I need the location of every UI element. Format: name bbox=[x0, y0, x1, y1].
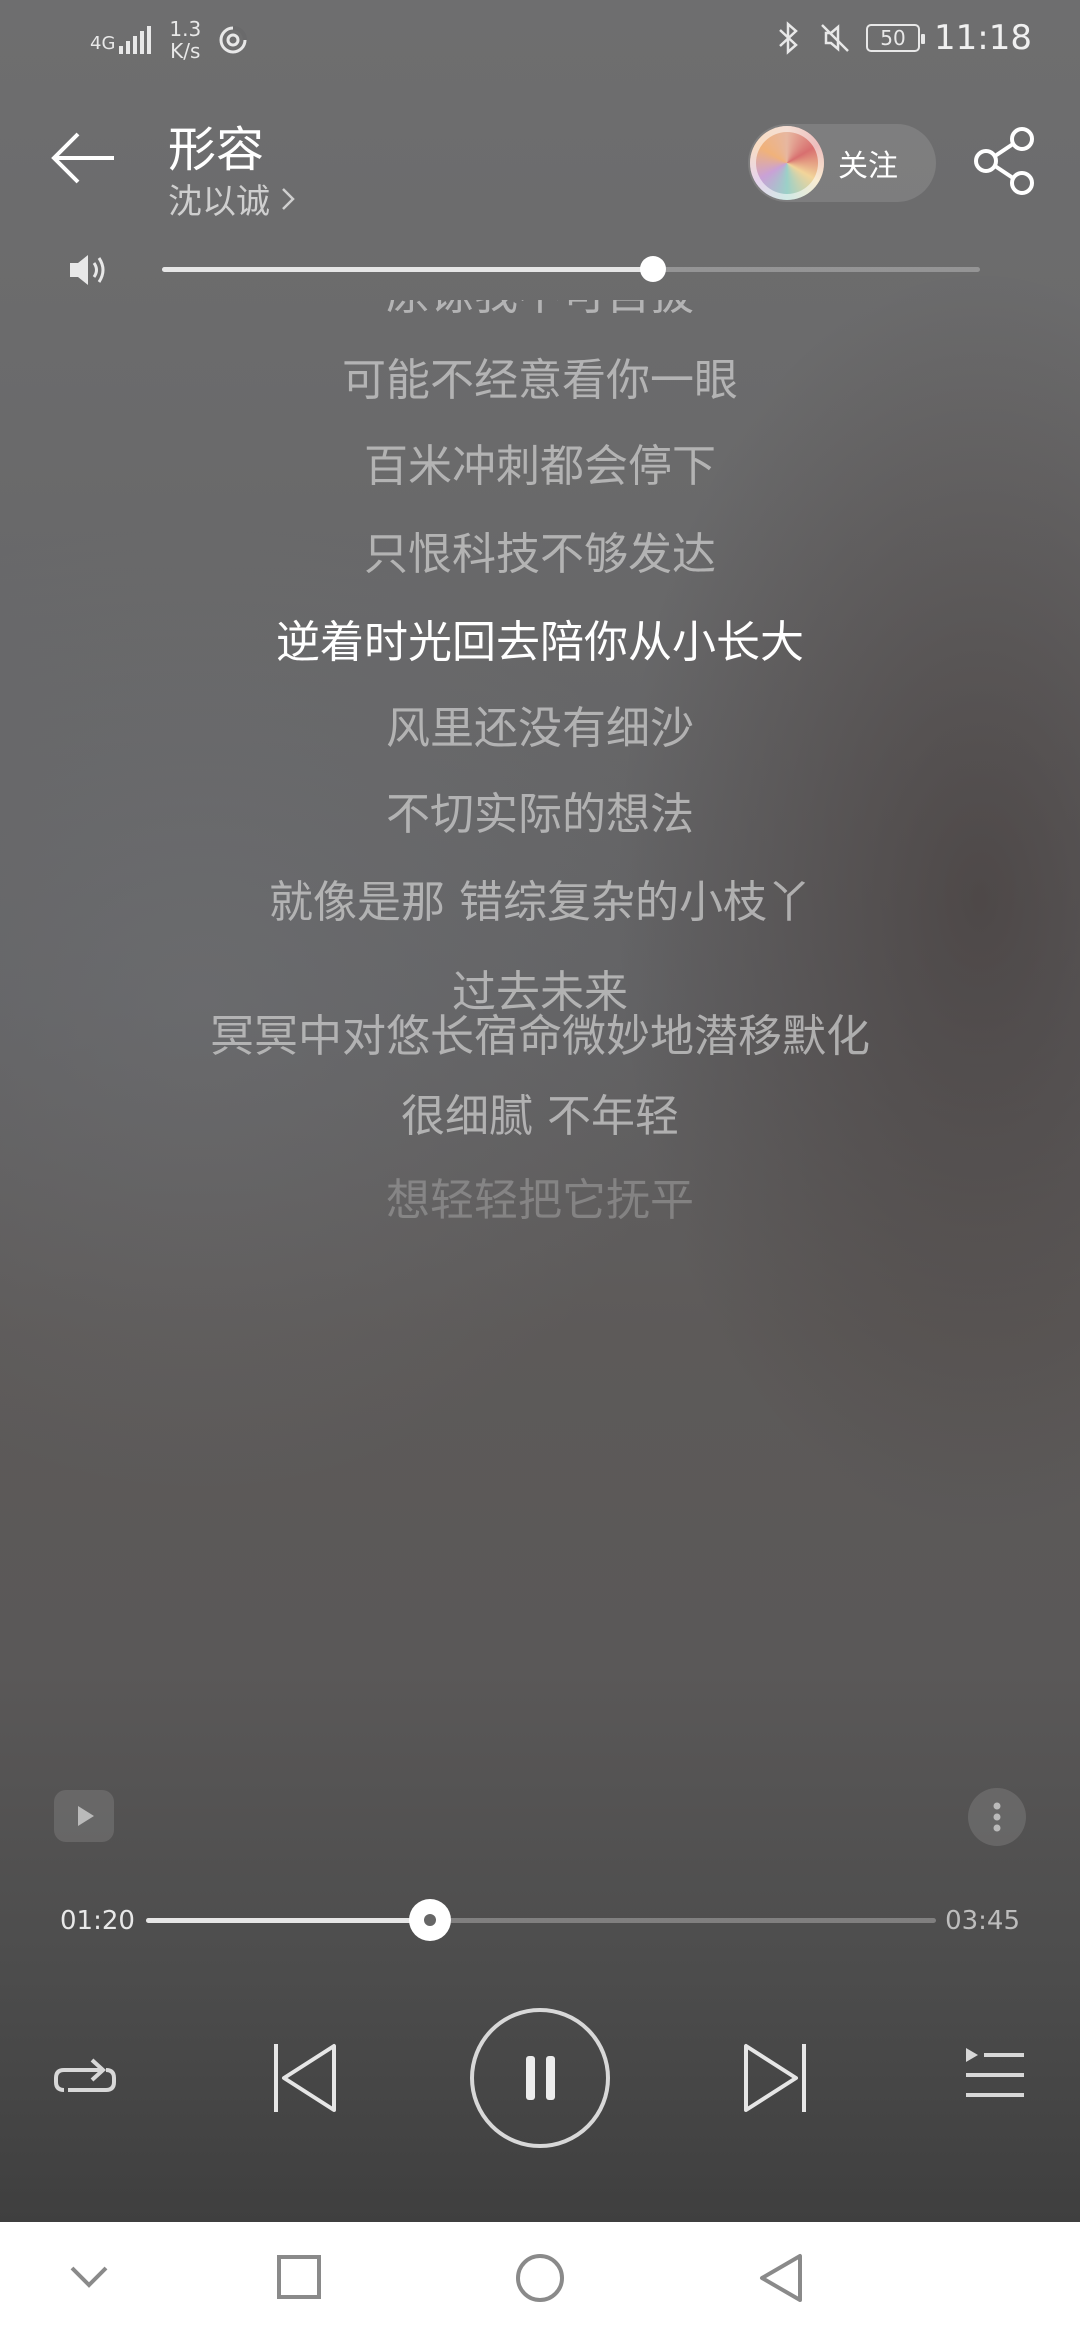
lyric-line[interactable]: 可能不经意看你一眼 bbox=[0, 356, 1080, 406]
status-bar: 4G 1.3 K/s 50 11:18 bbox=[0, 0, 1080, 80]
progress-slider[interactable] bbox=[146, 1899, 936, 1941]
follow-label: 关注 bbox=[838, 149, 898, 184]
repeat-icon[interactable] bbox=[50, 2050, 120, 2110]
share-icon[interactable] bbox=[972, 126, 1042, 196]
lyric-line[interactable]: 风里还没有细沙 bbox=[0, 704, 1080, 754]
pause-icon bbox=[526, 2056, 555, 2100]
artist-avatar bbox=[750, 126, 824, 200]
back-triangle-icon[interactable] bbox=[756, 2252, 806, 2304]
battery-indicator: 50 bbox=[866, 24, 926, 52]
play-video-button[interactable] bbox=[54, 1790, 114, 1842]
network-speed: 1.3 K/s bbox=[169, 18, 201, 62]
next-track-icon[interactable] bbox=[740, 2040, 810, 2116]
pause-button[interactable] bbox=[470, 2008, 610, 2148]
back-arrow-icon[interactable] bbox=[48, 128, 120, 188]
speed-value: 1.3 bbox=[169, 17, 202, 41]
lyric-line[interactable]: 不切实际的想法 bbox=[0, 790, 1080, 840]
bluetooth-icon bbox=[779, 21, 798, 55]
player-screen: 4G 1.3 K/s 50 11:18 形容 沈以诚 关注 可能不经意看你一眼 … bbox=[0, 0, 1080, 2222]
volume-slider-fill bbox=[162, 267, 653, 272]
system-navigation-bar bbox=[0, 2222, 1080, 2340]
mute-icon bbox=[821, 24, 849, 52]
more-vertical-icon bbox=[993, 1802, 1001, 1832]
lyric-line[interactable]: 原谅我不可自拔 bbox=[0, 300, 1080, 320]
player-header: 形容 沈以诚 关注 bbox=[0, 100, 1080, 222]
chevron-right-icon bbox=[282, 187, 295, 210]
lyric-line[interactable]: 很细腻 不年轻 bbox=[0, 1092, 1080, 1142]
home-icon[interactable] bbox=[514, 2252, 566, 2304]
lyric-line-current[interactable]: 逆着时光回去陪你从小长大 bbox=[0, 618, 1080, 668]
speed-unit: K/s bbox=[170, 39, 201, 63]
play-small-icon bbox=[78, 1806, 94, 1826]
progress-slider-fill bbox=[146, 1918, 431, 1923]
lyric-line[interactable]: 百米冲刺都会停下 bbox=[0, 442, 1080, 492]
more-options-button[interactable] bbox=[968, 1788, 1026, 1846]
song-title: 形容 bbox=[168, 122, 265, 178]
lyric-line[interactable]: 冥冥中对悠长宿命微妙地潜移默化 bbox=[0, 1012, 1080, 1062]
chevron-down-icon[interactable] bbox=[64, 2252, 114, 2302]
speaker-icon[interactable] bbox=[64, 246, 112, 294]
previous-track-icon[interactable] bbox=[270, 2040, 340, 2116]
current-time: 01:20 bbox=[60, 1906, 135, 1936]
progress-slider-knob[interactable] bbox=[409, 1899, 452, 1941]
lyrics-panel[interactable]: 这都是形容你的长发原谅我不可自拔可能不经意看你一眼百米冲刺都会停下只恨科技不够发… bbox=[0, 300, 1080, 1820]
follow-button[interactable]: 关注 bbox=[748, 124, 936, 202]
progress-control: 01:20 03:45 bbox=[0, 1898, 1080, 1942]
volume-control bbox=[0, 240, 1080, 300]
recent-apps-icon[interactable] bbox=[274, 2252, 324, 2302]
total-time: 03:45 bbox=[945, 1906, 1020, 1936]
lyric-line[interactable]: 想轻轻把它抚平 bbox=[0, 1176, 1080, 1226]
signal-bars-icon bbox=[119, 26, 152, 54]
playlist-icon[interactable] bbox=[962, 2046, 1028, 2104]
clock: 11:18 bbox=[934, 18, 1032, 58]
artist-link[interactable]: 沈以诚 bbox=[168, 174, 296, 223]
lyric-line[interactable]: 就像是那 错综复杂的小枝丫 bbox=[0, 878, 1080, 928]
network-type: 4G bbox=[90, 33, 116, 54]
transport-controls bbox=[0, 2000, 1080, 2150]
volume-slider-knob[interactable] bbox=[639, 256, 666, 282]
lyric-line[interactable]: 只恨科技不够发达 bbox=[0, 530, 1080, 580]
signal-indicator: 4G bbox=[90, 26, 153, 54]
artist-name: 沈以诚 bbox=[168, 182, 270, 222]
volume-slider[interactable] bbox=[162, 256, 980, 282]
hotspot-icon bbox=[219, 26, 248, 54]
